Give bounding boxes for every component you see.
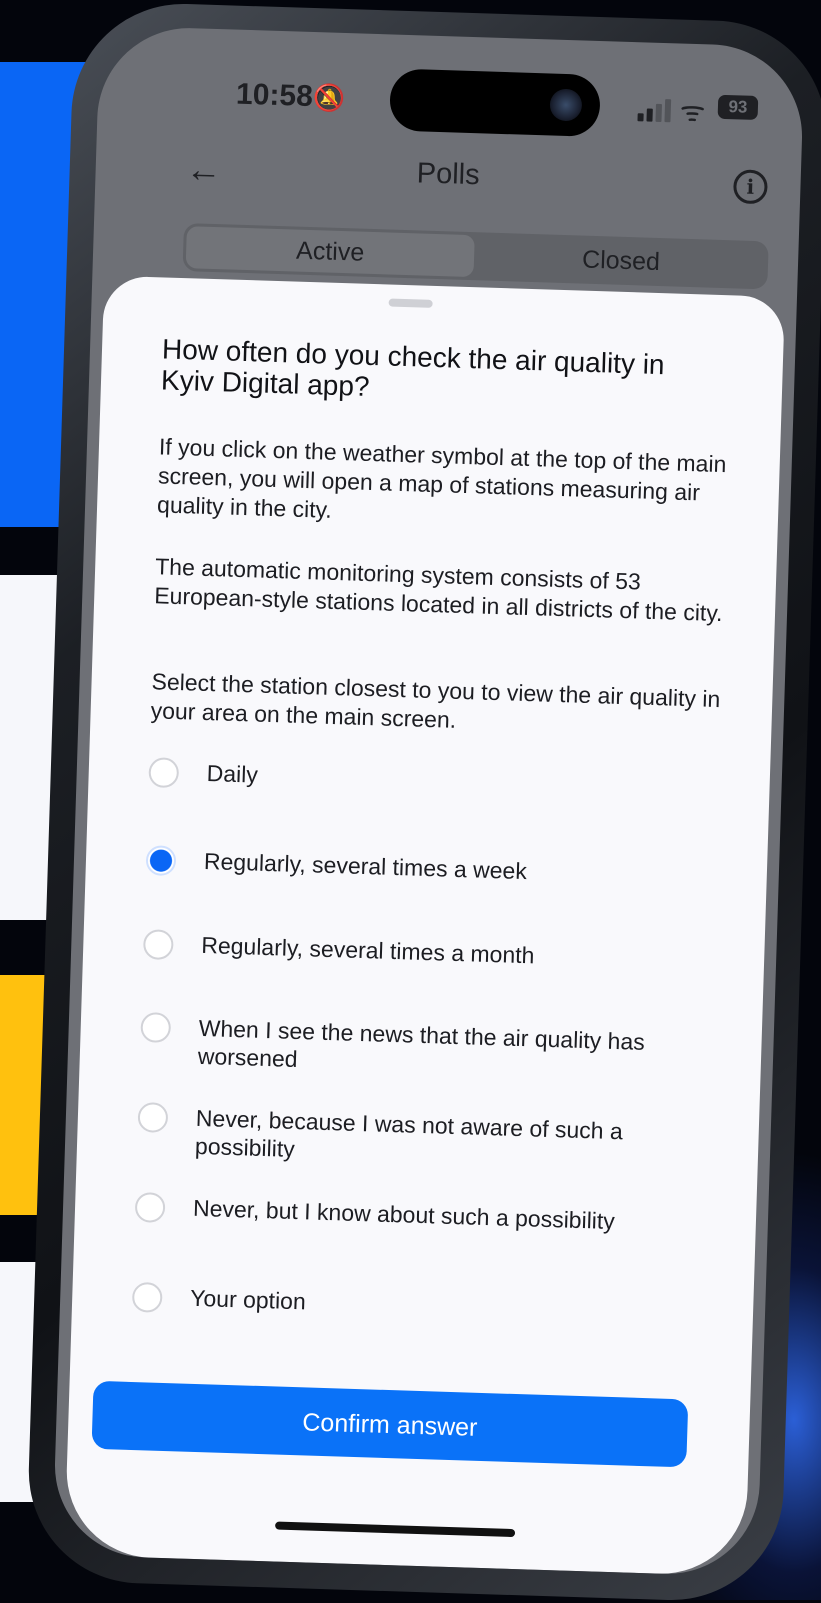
camera-icon bbox=[549, 88, 583, 122]
battery-icon: 93 bbox=[717, 94, 759, 120]
option-label: Your option bbox=[189, 1284, 307, 1315]
radio-button[interactable] bbox=[148, 757, 180, 789]
radio-button[interactable] bbox=[137, 1102, 169, 1133]
confirm-answer-button[interactable]: Confirm answer bbox=[91, 1380, 689, 1468]
option-label: Regularly, several times a month bbox=[200, 931, 535, 969]
option-label: Never, because I was not aware of such a… bbox=[194, 1104, 624, 1162]
poll-question: How often do you check the air quality i… bbox=[160, 333, 666, 402]
dynamic-island bbox=[389, 68, 601, 138]
radio-button[interactable] bbox=[131, 1281, 163, 1313]
radio-button[interactable] bbox=[142, 929, 174, 961]
poll-description-3: Select the station closest to you to vie… bbox=[150, 668, 721, 733]
option-label: Daily bbox=[206, 760, 259, 788]
phone-screen: 10:58 🔕 ᯤ 93 ← Polls i Active Closed How… bbox=[52, 25, 805, 1577]
option-news-worsened[interactable]: When I see the news that the air quality… bbox=[140, 1012, 721, 1072]
poll-description-1: If you click on the weather symbol at th… bbox=[156, 433, 727, 523]
option-label: Regularly, several times a week bbox=[203, 847, 528, 885]
radio-button-selected[interactable] bbox=[145, 845, 177, 877]
radio-button[interactable] bbox=[140, 1012, 172, 1044]
home-indicator[interactable] bbox=[275, 1521, 516, 1538]
option-label: Never, but I know about such a possibili… bbox=[192, 1194, 616, 1235]
signal-icon bbox=[637, 97, 672, 123]
option-several-times-month[interactable]: Regularly, several times a month bbox=[142, 929, 724, 968]
wifi-icon: ᯤ bbox=[679, 95, 706, 128]
option-your-option[interactable]: Your option bbox=[131, 1281, 713, 1314]
poll-description-2: The automatic monitoring system consists… bbox=[153, 553, 723, 627]
status-time: 10:58 bbox=[235, 77, 314, 114]
page-title: Polls bbox=[416, 157, 481, 192]
poll-bottom-sheet: How often do you check the air quality i… bbox=[64, 275, 786, 1577]
bell-slash-icon: 🔕 bbox=[312, 82, 346, 114]
tab-active[interactable]: Active bbox=[185, 226, 475, 278]
option-never-not-aware[interactable]: Never, because I was not aware of such a… bbox=[137, 1102, 718, 1162]
option-several-times-week[interactable]: Regularly, several times a week bbox=[145, 845, 726, 884]
tab-closed[interactable]: Closed bbox=[476, 235, 765, 286]
option-daily[interactable]: Daily bbox=[148, 757, 729, 789]
poll-status-tabs: Active Closed bbox=[182, 223, 769, 290]
option-never-know[interactable]: Never, but I know about such a possibili… bbox=[134, 1191, 716, 1234]
status-bar: 10:58 🔕 ᯤ 93 bbox=[97, 25, 805, 157]
option-label: When I see the news that the air quality… bbox=[197, 1014, 646, 1073]
sheet-grabber[interactable] bbox=[388, 298, 433, 308]
poll-options: Daily Regularly, several times a week Re… bbox=[131, 757, 729, 1314]
radio-button[interactable] bbox=[134, 1191, 166, 1223]
